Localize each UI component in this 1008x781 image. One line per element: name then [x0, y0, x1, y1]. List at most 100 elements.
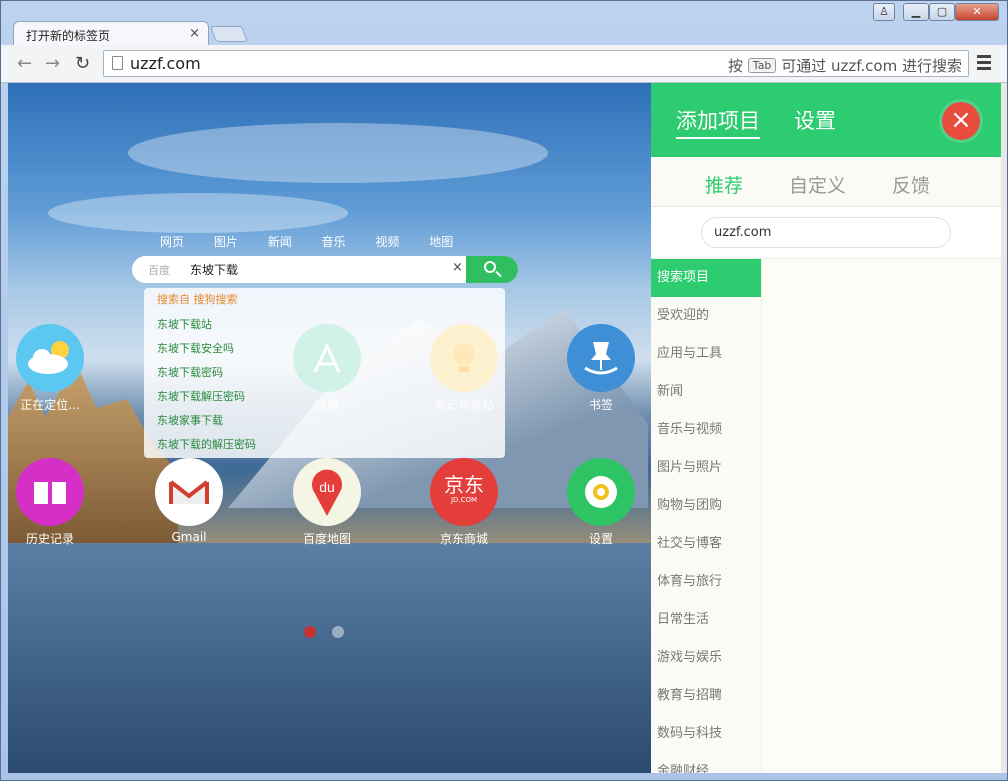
new-tab-page: 网页 图片 新闻 音乐 视频 地图 百度 东坡下载 × 搜索自 搜狗搜索 东坡下… [8, 83, 651, 773]
search-tab-video[interactable]: 视频 [375, 235, 399, 249]
jd-brand-text: 京东 [444, 473, 484, 497]
app-store-icon [293, 324, 361, 392]
tile-gmail[interactable]: Gmail [146, 458, 232, 544]
tab-title: 打开新的标签页 [26, 29, 111, 43]
page-icon [112, 56, 123, 70]
user-icon[interactable]: ♙ [873, 3, 895, 21]
page-dot-active[interactable] [304, 626, 316, 638]
map-brand-text: du [319, 479, 335, 495]
search-tab-music[interactable]: 音乐 [322, 235, 346, 249]
hint-prefix: 按 [728, 57, 744, 75]
book-icon [16, 458, 84, 526]
tab-key-badge: Tab [747, 58, 777, 73]
suggestion-source: 搜索自 搜狗搜索 [157, 293, 238, 306]
tile-label: 京东商城 [439, 532, 488, 546]
suggestion-item[interactable]: 东坡下载的解压密码 [157, 433, 505, 457]
tile-label: 历史记录 [25, 532, 74, 546]
tile-label: 笔记与剪贴 [433, 398, 494, 412]
hint-suffix: 可通过 uzzf.com 进行搜索 [781, 57, 962, 75]
page-dot[interactable] [332, 626, 344, 638]
panel-sub-tabs: 推荐 自定义 反馈 [651, 157, 1001, 207]
category-item[interactable]: 数码与科技 [651, 715, 761, 753]
browser-toolbar: ← → ↻ uzzf.com 按 Tab 可通过 uzzf.com 进行搜索 [1, 45, 1007, 83]
category-item[interactable]: 搜索项目 [651, 259, 761, 297]
tile-label: Gmail [171, 530, 207, 544]
gmail-icon [155, 458, 223, 526]
baidu-map-icon: du [293, 458, 361, 526]
tile-jd[interactable]: 京东 JD.COM 京东商城 [421, 458, 507, 547]
category-items-area [761, 259, 1001, 773]
tile-apps[interactable]: 应用 [284, 324, 370, 413]
tab-feedback[interactable]: 反馈 [892, 171, 930, 198]
add-item-panel: 添加项目 设置 × 推荐 自定义 反馈 uzzf.com 搜索项目 受欢迎的 应… [651, 83, 1001, 773]
browser-window: 打开新的标签页 × ♙ ▁ ▢ ✕ ← → ↻ uzzf.com 按 Tab 可… [0, 0, 1008, 781]
search-icon [484, 261, 496, 273]
maximize-button[interactable]: ▢ [929, 3, 955, 21]
tile-settings[interactable]: 设置 [558, 458, 644, 547]
category-item[interactable]: 日常生活 [651, 601, 761, 639]
new-tab-button[interactable] [210, 26, 248, 42]
search-engine-selector[interactable]: 百度 [148, 262, 170, 278]
panel-url-input[interactable]: uzzf.com [701, 217, 951, 248]
tile-weather[interactable]: 正在定位... [8, 324, 93, 413]
category-item[interactable]: 受欢迎的 [651, 297, 761, 335]
category-item[interactable]: 购物与团购 [651, 487, 761, 525]
category-item[interactable]: 新闻 [651, 373, 761, 411]
category-item[interactable]: 应用与工具 [651, 335, 761, 373]
gear-icon [567, 458, 635, 526]
jd-sub-text: JD.COM [450, 496, 478, 504]
category-item[interactable]: 体育与旅行 [651, 563, 761, 601]
panel-header: 添加项目 设置 × [651, 83, 1001, 157]
reload-icon[interactable]: ↻ [75, 53, 90, 74]
tab-custom[interactable]: 自定义 [789, 171, 846, 198]
minimize-button[interactable]: ▁ [903, 3, 929, 21]
page-scrollbar[interactable] [1001, 83, 1007, 773]
search-category-tabs: 网页 图片 新闻 音乐 视频 地图 [160, 233, 479, 250]
search-tab-map[interactable]: 地图 [429, 235, 453, 249]
category-item[interactable]: 图片与照片 [651, 449, 761, 487]
tile-label: 正在定位... [20, 398, 80, 412]
tile-label: 书签 [588, 398, 613, 412]
cloud-decoration [48, 193, 348, 233]
category-item[interactable]: 社交与博客 [651, 525, 761, 563]
menu-icon[interactable] [977, 55, 991, 73]
lake-background [8, 543, 651, 773]
search-tab-news[interactable]: 新闻 [268, 235, 292, 249]
panel-tab-add[interactable]: 添加项目 [676, 105, 760, 139]
search-button[interactable] [466, 256, 518, 283]
forward-arrow-icon[interactable]: → [45, 53, 60, 74]
category-list: 搜索项目 受欢迎的 应用与工具 新闻 音乐与视频 图片与照片 购物与团购 社交与… [651, 259, 761, 773]
clear-search-icon[interactable]: × [452, 260, 463, 275]
jd-icon: 京东 JD.COM [430, 458, 498, 526]
bookmark-pin-icon [567, 324, 635, 392]
window-close-button[interactable]: ✕ [955, 3, 999, 21]
address-bar[interactable]: uzzf.com 按 Tab 可通过 uzzf.com 进行搜索 [103, 50, 969, 77]
url-text[interactable]: uzzf.com [130, 54, 201, 73]
tile-history[interactable]: 历史记录 [8, 458, 93, 547]
tile-label: 应用 [314, 398, 339, 412]
tile-label: 设置 [588, 532, 613, 546]
lightbulb-icon [430, 324, 498, 392]
page-indicator [304, 623, 360, 642]
tab-close-icon[interactable]: × [189, 26, 200, 41]
tile-notes[interactable]: 笔记与剪贴 [421, 324, 507, 413]
tile-bookmarks[interactable]: 书签 [558, 324, 644, 413]
tile-baidu-map[interactable]: du 百度地图 [284, 458, 370, 547]
weather-icon [16, 324, 84, 392]
cloud-decoration [128, 123, 548, 183]
search-input[interactable]: 东坡下载 [190, 261, 238, 278]
tab-recommended[interactable]: 推荐 [705, 171, 743, 198]
close-icon[interactable]: × [942, 102, 980, 140]
search-tab-web[interactable]: 网页 [160, 235, 184, 249]
search-box[interactable]: 百度 东坡下载 × [132, 256, 518, 283]
tile-label: 百度地图 [302, 532, 351, 546]
category-item[interactable]: 金融财经 [651, 753, 761, 773]
search-tab-images[interactable]: 图片 [214, 235, 238, 249]
category-item[interactable]: 游戏与娱乐 [651, 639, 761, 677]
back-arrow-icon[interactable]: ← [17, 53, 32, 74]
category-item[interactable]: 音乐与视频 [651, 411, 761, 449]
category-item[interactable]: 教育与招聘 [651, 677, 761, 715]
browser-tab[interactable]: 打开新的标签页 × [13, 21, 209, 47]
omnibox-hint: 按 Tab 可通过 uzzf.com 进行搜索 [728, 55, 962, 76]
panel-tab-settings[interactable]: 设置 [794, 105, 836, 135]
